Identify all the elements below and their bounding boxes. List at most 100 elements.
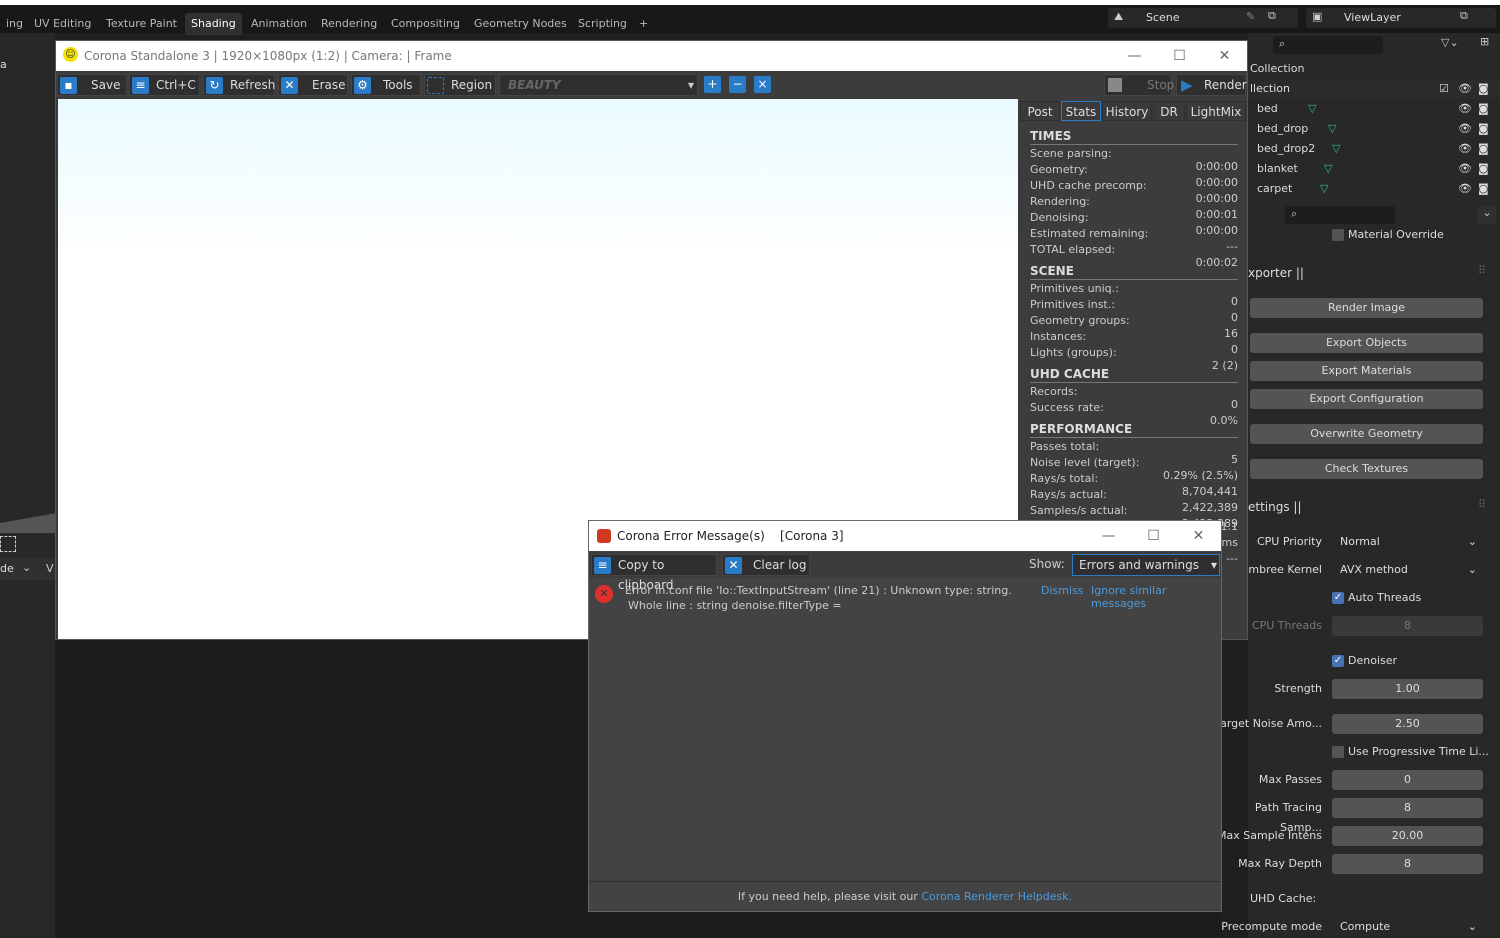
tab-dr[interactable]: DR <box>1153 101 1185 121</box>
max-ray-depth-field[interactable]: 8 <box>1332 854 1483 874</box>
tab-lightmix[interactable]: LightMix <box>1186 101 1246 121</box>
stats-label: Instances: <box>1030 330 1087 343</box>
copy-button[interactable]: ≡ Ctrl+C <box>129 74 200 96</box>
denoiser-checkbox[interactable]: ✓ <box>1332 655 1344 667</box>
camera-icon[interactable]: ◙ <box>1478 179 1489 199</box>
workspace-tab[interactable]: Shading <box>185 13 242 35</box>
outliner-object-row[interactable]: bed_drop2 ▽ 👁 ◙ <box>1248 139 1500 159</box>
cpu-priority-select[interactable]: Normal ⌄ <box>1332 532 1483 552</box>
save-button[interactable]: ▪ Save <box>57 74 127 96</box>
precompute-mode-select[interactable]: Compute ⌄ <box>1332 917 1483 937</box>
max-sample-intensity-field[interactable]: 20.00 <box>1332 826 1483 846</box>
maximize-button[interactable]: ☐ <box>1131 521 1176 551</box>
cpu-threads-field[interactable]: 8 <box>1332 616 1483 636</box>
tab-post[interactable]: Post <box>1020 101 1060 121</box>
exporter-button[interactable]: Export Objects <box>1250 333 1483 353</box>
target-noise-field[interactable]: 2.50 <box>1332 714 1483 734</box>
drag-handle-icon[interactable]: ⠿ <box>1478 264 1486 277</box>
workspace-tab[interactable]: Animation <box>245 13 313 35</box>
stop-button[interactable]: Stop <box>1104 74 1174 96</box>
erase-button[interactable]: ✕ Erase <box>278 74 348 96</box>
workspace-tab[interactable]: Compositing <box>385 13 466 35</box>
eye-icon[interactable]: 👁 <box>1458 139 1472 159</box>
path-tracing-samples-field[interactable]: 8 <box>1332 798 1483 818</box>
eye-icon[interactable]: 👁 <box>1458 99 1472 119</box>
zoom-fit-icon[interactable]: × <box>754 76 771 93</box>
workspace-tab[interactable]: Texture Paint <box>100 13 183 35</box>
smiley-icon: ☺ <box>63 47 78 62</box>
minimize-button[interactable]: — <box>1086 521 1131 551</box>
clear-log-button[interactable]: ✕ Clear log <box>722 554 810 576</box>
zoom-out-icon[interactable]: − <box>729 76 746 93</box>
region-button[interactable]: Region <box>424 74 496 96</box>
outliner-search[interactable]: ⌕ <box>1273 36 1383 54</box>
zoom-in-icon[interactable]: + <box>704 76 721 93</box>
refresh-button[interactable]: ↻ Refresh <box>203 74 275 96</box>
helpdesk-link[interactable]: Corona Renderer Helpdesk. <box>921 890 1072 903</box>
close-button[interactable]: ✕ <box>1176 521 1221 551</box>
eye-icon[interactable]: 👁 <box>1458 79 1472 99</box>
tools-button[interactable]: ⚙ Tools <box>351 74 421 96</box>
camera-icon[interactable]: ◙ <box>1478 79 1489 99</box>
outliner-object-row[interactable]: blanket ▽ 👁 ◙ <box>1248 159 1500 179</box>
maximize-button[interactable]: ☐ <box>1157 41 1202 71</box>
mode-selector[interactable]: de ⌄ V <box>0 558 55 580</box>
tab-stats[interactable]: Stats <box>1061 101 1101 121</box>
minimize-button[interactable]: — <box>1112 41 1157 71</box>
new-viewlayer-icon[interactable]: ⧉ <box>1460 9 1468 23</box>
material-override-checkbox[interactable] <box>1332 229 1344 241</box>
eye-icon[interactable]: 👁 <box>1458 119 1472 139</box>
dismiss-link[interactable]: Dismiss <box>1041 584 1084 597</box>
camera-icon[interactable]: ◙ <box>1478 139 1489 159</box>
workspace-tab[interactable]: ing <box>0 13 29 35</box>
outliner-object-row[interactable]: bed_drop ▽ 👁 ◙ <box>1248 119 1500 139</box>
tab-history[interactable]: History <box>1102 101 1152 121</box>
exporter-button[interactable]: Check Textures <box>1250 459 1483 479</box>
vfb-toolbar: ▪ Save ≡ Ctrl+C ↻ Refresh ✕ Erase ⚙ Tools Reg… <box>56 72 1247 98</box>
outliner-object-row[interactable]: bed ▽ 👁 ◙ <box>1248 99 1500 119</box>
workspace-tab[interactable]: + <box>633 13 654 35</box>
filter-icon[interactable]: ▽⌄ <box>1441 36 1459 49</box>
settings-panel-header[interactable]: ettings || <box>1248 500 1302 514</box>
select-box-icon[interactable] <box>0 536 16 552</box>
scene-selector[interactable]: ⛰ Scene ✎ ⧉ <box>1108 8 1298 28</box>
camera-icon[interactable]: ◙ <box>1478 159 1489 179</box>
properties-search[interactable]: ⌕ <box>1285 206 1395 224</box>
outliner-object-row[interactable]: carpet ▽ 👁 ◙ <box>1248 179 1500 199</box>
copy-to-clipboard-button[interactable]: ≡ Copy to clipboard <box>591 554 717 592</box>
new-scene-icon[interactable]: ⧉ <box>1268 9 1276 23</box>
show-filter-select[interactable]: Errors and warnings ▾ <box>1072 554 1220 576</box>
eye-icon[interactable]: 👁 <box>1458 159 1472 179</box>
exporter-panel-header[interactable]: xporter || <box>1248 266 1304 280</box>
render-button[interactable]: ▶ Render <box>1176 74 1247 96</box>
render-pass-select[interactable]: BEAUTY ▾ <box>499 74 698 96</box>
exporter-button[interactable]: Export Configuration <box>1250 389 1483 409</box>
checkbox-icon[interactable]: ☑ <box>1439 79 1449 99</box>
embree-kernel-select[interactable]: AVX method ⌄ <box>1332 560 1483 580</box>
max-passes-field[interactable]: 0 <box>1332 770 1483 790</box>
strength-field[interactable]: 1.00 <box>1332 679 1483 699</box>
camera-icon[interactable]: ◙ <box>1478 119 1489 139</box>
exporter-button[interactable]: Export Materials <box>1250 361 1483 381</box>
progressive-time-checkbox[interactable] <box>1332 746 1344 758</box>
refresh-icon: ↻ <box>206 77 223 94</box>
workspace-tab[interactable]: UV Editing <box>28 13 97 35</box>
view-menu[interactable]: V <box>46 562 54 575</box>
chevron-down-icon[interactable]: ⌄ <box>1478 206 1496 224</box>
viewlayer-selector[interactable]: ▣ ViewLayer ⧉ <box>1306 8 1496 28</box>
camera-icon[interactable]: ◙ <box>1478 99 1489 119</box>
ignore-similar-link[interactable]: Ignore similar messages <box>1091 584 1221 610</box>
workspace-tab[interactable]: Geometry Nodes <box>468 13 573 35</box>
new-collection-icon[interactable]: ⊞ <box>1480 35 1489 48</box>
workspace-tab[interactable]: Rendering <box>315 13 383 35</box>
close-button[interactable]: ✕ <box>1202 41 1247 71</box>
exporter-button[interactable]: Render Image <box>1250 298 1483 318</box>
collection-row[interactable]: llection ☑ 👁 ◙ <box>1248 79 1500 99</box>
drag-handle-icon[interactable]: ⠿ <box>1478 498 1486 511</box>
eye-icon[interactable]: 👁 <box>1458 179 1472 199</box>
pin-icon[interactable]: ✎ <box>1246 10 1255 23</box>
workspace-tab[interactable]: Scripting <box>572 13 633 35</box>
auto-threads-checkbox[interactable]: ✓ <box>1332 592 1344 604</box>
scene-collection[interactable]: Collection <box>1248 59 1500 79</box>
exporter-button[interactable]: Overwrite Geometry <box>1250 424 1483 444</box>
